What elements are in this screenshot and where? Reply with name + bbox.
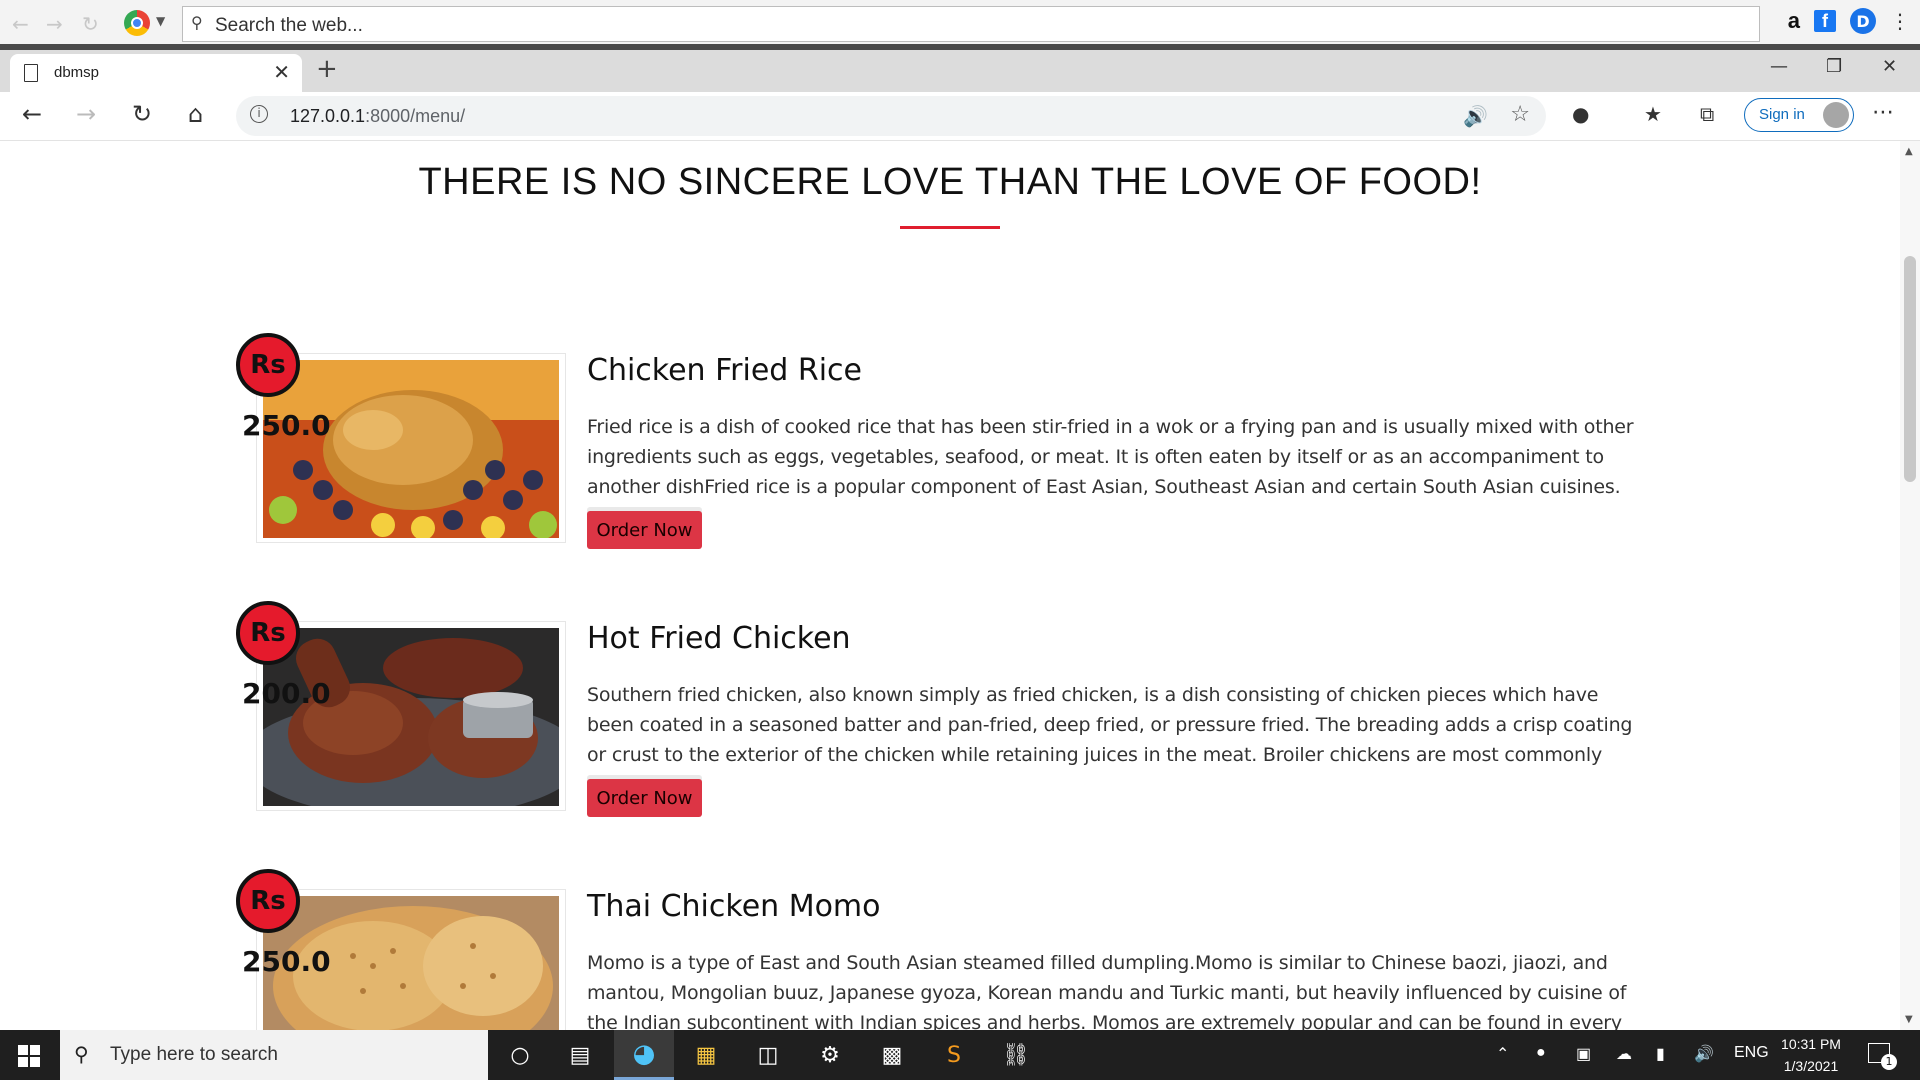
chevron-up-icon[interactable]: ⌃ [1496, 1044, 1509, 1064]
settings-more-icon[interactable]: ⋯ [1872, 100, 1894, 125]
back-arrow-icon[interactable]: ← [12, 12, 29, 36]
order-now-button[interactable]: Order Now [587, 779, 702, 817]
page-content: THERE IS NO SINCERE LOVE THAN THE LOVE O… [0, 141, 1900, 1030]
battery-icon[interactable]: ▮ [1656, 1044, 1665, 1064]
terminal-icon[interactable]: ▩ [872, 1040, 912, 1070]
database-icon[interactable]: ⛓ [996, 1040, 1036, 1070]
menu-item: Rs 250.0 Thai Chicken Momo Momo is a typ… [236, 869, 1656, 1030]
restore-icon[interactable]: ❐ [1826, 56, 1842, 77]
store-icon[interactable]: ◫ [748, 1040, 788, 1070]
minimize-icon[interactable]: — [1770, 56, 1788, 77]
notification-icon[interactable]: 1 [1868, 1043, 1897, 1070]
item-price: 250.0 [242, 409, 331, 442]
extension-icon[interactable]: ● [1572, 102, 1589, 126]
web-search-input[interactable]: ⚲ Search the web... [182, 6, 1760, 42]
d-extension-icon[interactable]: D [1850, 8, 1876, 34]
cloud-icon[interactable]: ☁ [1616, 1044, 1632, 1064]
item-price: 250.0 [242, 945, 331, 978]
scrollbar-thumb[interactable] [1904, 256, 1916, 482]
chevron-down-icon[interactable]: ▼ [156, 14, 165, 28]
item-description: Fried rice is a dish of cooked rice that… [587, 416, 1634, 498]
edge-icon[interactable]: ◕ [614, 1030, 674, 1080]
windows-start-icon[interactable] [18, 1045, 40, 1067]
search-icon: ⚲ [191, 13, 203, 32]
currency-badge: Rs [236, 869, 300, 933]
facebook-icon[interactable]: f [1814, 10, 1836, 32]
scroll-up-icon[interactable]: ▲ [1905, 146, 1913, 157]
microphone-icon[interactable]: ● [1536, 1044, 1546, 1062]
sign-in-button[interactable]: Sign in [1744, 98, 1854, 132]
item-name: Hot Fried Chicken [587, 621, 851, 656]
item-name: Chicken Fried Rice [587, 353, 863, 388]
settings-gear-icon[interactable]: ⚙ [810, 1040, 850, 1070]
taskbar-search-placeholder: Type here to search [110, 1044, 278, 1065]
url-text[interactable]: 127.0.0.1:8000/menu/ [290, 106, 465, 127]
menu-item: Rs 200.0 Hot Fried Chicken Southern frie… [236, 601, 1656, 851]
collections-icon[interactable]: ⧉ [1700, 102, 1714, 126]
food-image[interactable] [256, 353, 566, 543]
tab-dbmsp[interactable]: dbmsp ✕ [10, 54, 302, 92]
address-toolbar: ← → ↻ ⌂ i 127.0.0.1:8000/menu/ 🔊 ☆ ● ★ ⧉… [0, 92, 1920, 141]
more-vertical-icon[interactable]: ⋮ [1890, 9, 1910, 33]
taskbar: ⚲ Type here to search ○ ▤ ◕ ▦ ◫ ⚙ ▩ S ⛓ … [0, 1030, 1920, 1080]
language-indicator[interactable]: ENG [1734, 1044, 1769, 1062]
chrome-logo-icon[interactable] [124, 10, 150, 36]
item-price: 200.0 [242, 677, 331, 710]
roast-chicken-photo [263, 360, 559, 538]
currency-badge: Rs [236, 601, 300, 665]
tab-title: dbmsp [54, 64, 100, 81]
home-icon[interactable]: ⌂ [188, 100, 203, 128]
cortana-icon[interactable]: ○ [500, 1040, 540, 1070]
item-name: Thai Chicken Momo [587, 889, 881, 924]
file-explorer-icon[interactable]: ▦ [686, 1040, 726, 1070]
close-tab-icon[interactable]: ✕ [273, 60, 290, 84]
back-icon[interactable]: ← [22, 100, 42, 128]
new-tab-icon[interactable]: + [316, 54, 338, 84]
info-icon[interactable]: i [250, 105, 268, 123]
favorite-star-icon[interactable]: ☆ [1510, 102, 1530, 127]
search-icon: ⚲ [74, 1042, 89, 1066]
page-headline: THERE IS NO SINCERE LOVE THAN THE LOVE O… [418, 161, 1482, 203]
currency-badge: Rs [236, 333, 300, 397]
scroll-down-icon[interactable]: ▼ [1905, 1014, 1913, 1025]
sign-in-label: Sign in [1759, 106, 1805, 123]
page-icon [24, 64, 38, 82]
menu-item: Rs 250.0 Chicken Fried Rice Fried rice i… [236, 333, 1656, 583]
food-image[interactable] [256, 621, 566, 811]
favorites-icon[interactable]: ★ [1644, 102, 1662, 126]
headline-underline [900, 226, 1000, 229]
volume-icon[interactable]: 🔊 [1694, 1044, 1714, 1064]
order-now-button[interactable]: Order Now [587, 511, 702, 549]
web-search-placeholder: Search the web... [215, 15, 363, 36]
clock-date: 1/3/2021 [1783, 1058, 1839, 1074]
read-aloud-icon[interactable]: 🔊 [1463, 104, 1488, 128]
meet-now-icon[interactable]: ▣ [1576, 1044, 1591, 1064]
address-bar[interactable]: i 127.0.0.1:8000/menu/ 🔊 ☆ [236, 96, 1546, 136]
item-description: Southern fried chicken, also known simpl… [587, 684, 1633, 796]
clock[interactable]: 10:31 PM 1/3/2021 [1766, 1033, 1856, 1077]
amazon-icon[interactable]: a [1788, 8, 1800, 34]
sublime-text-icon[interactable]: S [934, 1040, 974, 1070]
item-description: Momo is a type of East and South Asian s… [587, 952, 1627, 1030]
notification-count: 1 [1881, 1054, 1897, 1070]
taskbar-search[interactable]: ⚲ Type here to search [60, 1030, 488, 1080]
refresh-icon[interactable]: ↻ [82, 12, 99, 36]
close-window-icon[interactable]: ✕ [1882, 56, 1897, 77]
reload-icon[interactable]: ↻ [132, 100, 152, 128]
fried-chicken-photo [263, 628, 559, 806]
forward-icon[interactable]: → [76, 100, 96, 128]
avatar [1823, 102, 1849, 128]
task-view-icon[interactable]: ▤ [560, 1040, 600, 1070]
forward-arrow-icon[interactable]: → [46, 12, 63, 36]
top-search-bar: ← → ↻ ▼ ⚲ Search the web... a f D ⋮ [0, 0, 1920, 45]
clock-time: 10:31 PM [1781, 1036, 1841, 1052]
tab-strip: dbmsp ✕ + — ❐ ✕ [0, 50, 1920, 92]
